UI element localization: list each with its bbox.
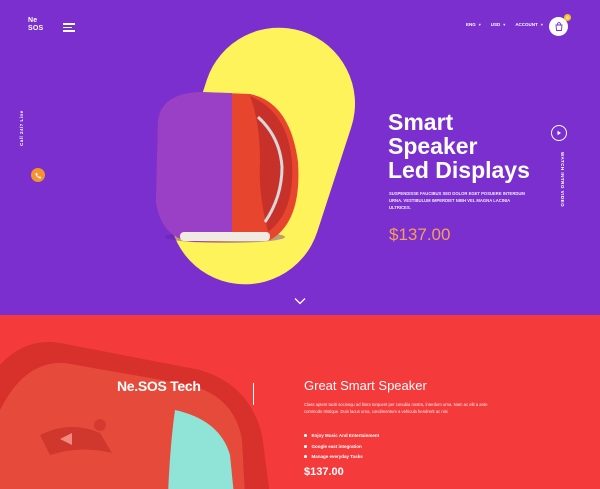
phone-icon xyxy=(34,172,41,179)
section-price: $137.00 xyxy=(304,466,344,478)
section-title: Great Smart Speaker xyxy=(304,378,427,393)
watch-video-text[interactable]: WATCH INTRO VIDEO xyxy=(560,152,565,207)
cart-button[interactable]: 0 xyxy=(549,14,571,36)
play-icon xyxy=(557,130,561,136)
hero-title-line3: Led Displays xyxy=(388,157,530,183)
hero-title: Smart Speaker Led Displays xyxy=(388,110,530,182)
hero-section: Ne SOS ENG USD ACCOUNT 0 Call 24/7 Line xyxy=(0,0,600,315)
feature-item: Manage everyday Tasks xyxy=(304,454,363,459)
speaker-image xyxy=(140,82,310,252)
feature-item: Enjoy Music And Entertainment xyxy=(304,433,380,438)
top-nav: ENG USD ACCOUNT xyxy=(466,22,543,27)
account-menu[interactable]: ACCOUNT xyxy=(515,22,543,27)
brand-name: Ne.SOS Tech xyxy=(117,378,201,394)
speaker-closeup-image xyxy=(0,342,270,489)
call-line-text: Call 24/7 Line xyxy=(19,110,24,146)
hero-description: SUSPENDISSE FAUCIBUS SED DOLOR EGET POSU… xyxy=(389,191,525,210)
play-video-button[interactable] xyxy=(551,125,567,141)
feature-item: Google east integration xyxy=(304,444,362,449)
hero-price: $137.00 xyxy=(389,225,451,244)
language-selector[interactable]: ENG xyxy=(466,22,481,27)
hero-title-line1: Smart xyxy=(388,109,454,135)
feature-section: Ne.SOS Tech Great Smart Speaker Class ap… xyxy=(0,315,600,489)
currency-selector[interactable]: USD xyxy=(491,22,506,27)
logo-line1: Ne xyxy=(28,17,38,24)
menu-icon[interactable] xyxy=(63,23,75,32)
hero-title-line2: Speaker xyxy=(388,133,478,159)
logo[interactable]: Ne SOS xyxy=(28,17,50,35)
logo-line2: SOS xyxy=(28,25,44,32)
section-description: Class aptent taciti sociosqu ad litora t… xyxy=(304,402,488,414)
chevron-down-icon[interactable] xyxy=(294,297,306,305)
cart-icon xyxy=(554,22,563,31)
cart-count-badge: 0 xyxy=(564,14,571,21)
call-button[interactable] xyxy=(31,168,45,182)
divider xyxy=(253,383,254,405)
